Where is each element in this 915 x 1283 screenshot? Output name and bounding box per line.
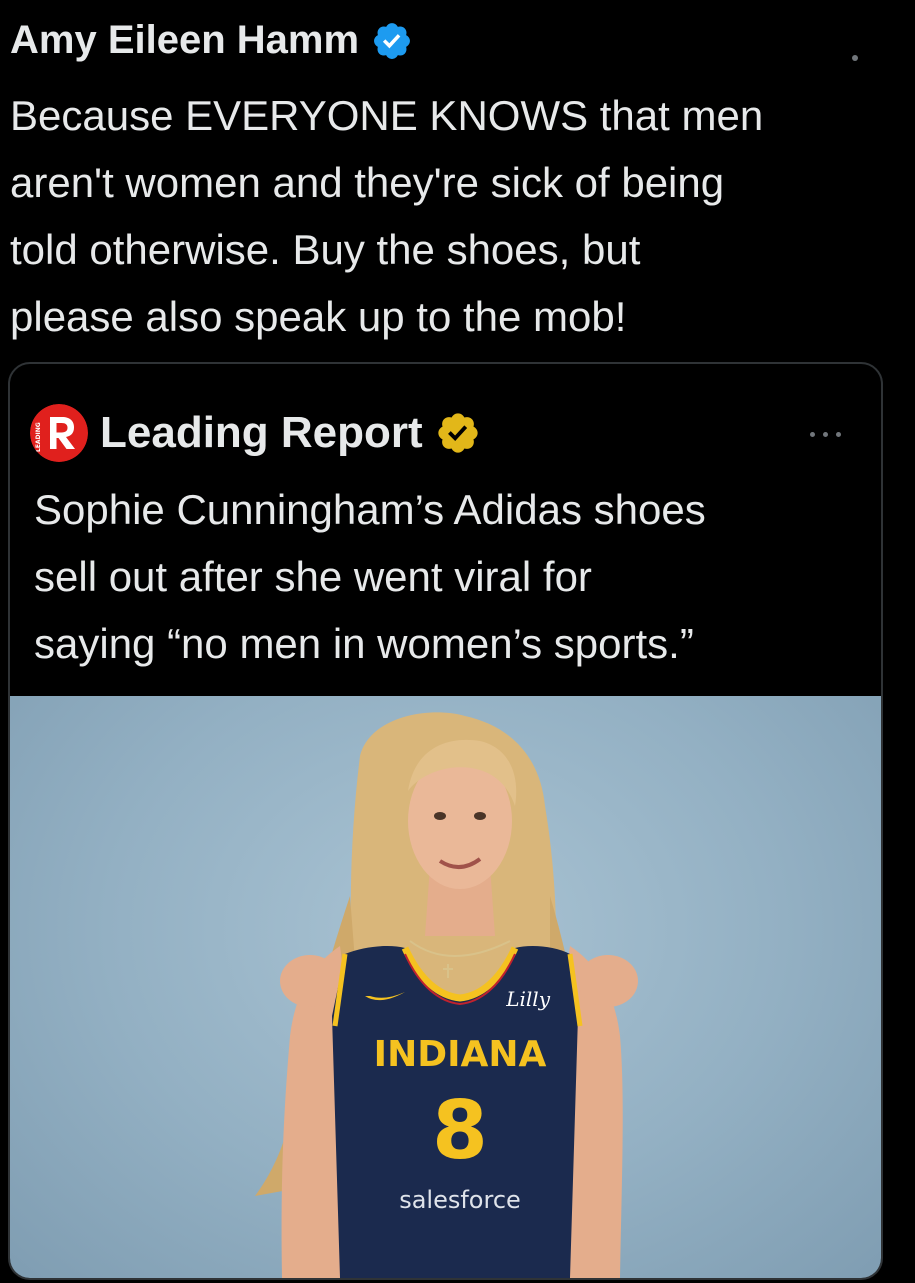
avatar-logo-text: LEADING bbox=[35, 422, 42, 452]
quoted-more-options-icon[interactable] bbox=[810, 432, 841, 437]
quoted-tweet-photo[interactable]: Lilly INDIANA 8 salesforce bbox=[10, 696, 881, 1278]
tweet-author-row: Amy Eileen Hamm bbox=[10, 18, 413, 63]
quoted-author-name[interactable]: Leading Report bbox=[100, 408, 423, 458]
quoted-text-line: sell out after she went viral for bbox=[34, 553, 592, 600]
quoted-tweet-card[interactable]: LEADING Leading Report Sophie Cunningham… bbox=[8, 362, 883, 1280]
tweet-author-name[interactable]: Amy Eileen Hamm bbox=[10, 18, 359, 63]
leading-report-logo[interactable]: LEADING bbox=[30, 404, 88, 462]
tweet-text-line: told otherwise. Buy the shoes, but bbox=[10, 226, 641, 273]
tweet: Amy Eileen Hamm Because EVERYONE KNOWS t… bbox=[0, 0, 915, 1283]
dot bbox=[836, 432, 841, 437]
tweet-text: Because EVERYONE KNOWS that men aren't w… bbox=[10, 82, 890, 350]
gold-verified-badge-icon bbox=[438, 413, 478, 453]
tweet-text-line: aren't women and they're sick of being bbox=[10, 159, 725, 206]
tweet-text-line: Because EVERYONE KNOWS that men bbox=[10, 92, 764, 139]
quoted-text-line: Sophie Cunningham’s Adidas shoes bbox=[34, 486, 706, 533]
player-portrait-illustration: Lilly INDIANA 8 salesforce bbox=[255, 712, 638, 1278]
more-options-icon[interactable] bbox=[852, 55, 858, 61]
dot bbox=[823, 432, 828, 437]
tweet-text-line: please also speak up to the mob! bbox=[10, 293, 627, 340]
jersey-sponsor-top: Lilly bbox=[505, 987, 550, 1011]
jersey-team-name: INDIANA bbox=[374, 1034, 547, 1075]
dot bbox=[810, 432, 815, 437]
jersey-sponsor-bottom: salesforce bbox=[399, 1186, 521, 1214]
verified-badge-icon bbox=[374, 22, 410, 59]
jersey-number: 8 bbox=[432, 1084, 488, 1177]
quoted-text-line: saying “no men in women’s sports.” bbox=[34, 620, 694, 667]
quoted-tweet-text: Sophie Cunningham’s Adidas shoes sell ou… bbox=[34, 476, 864, 677]
quoted-tweet-header: LEADING Leading Report bbox=[30, 404, 481, 462]
